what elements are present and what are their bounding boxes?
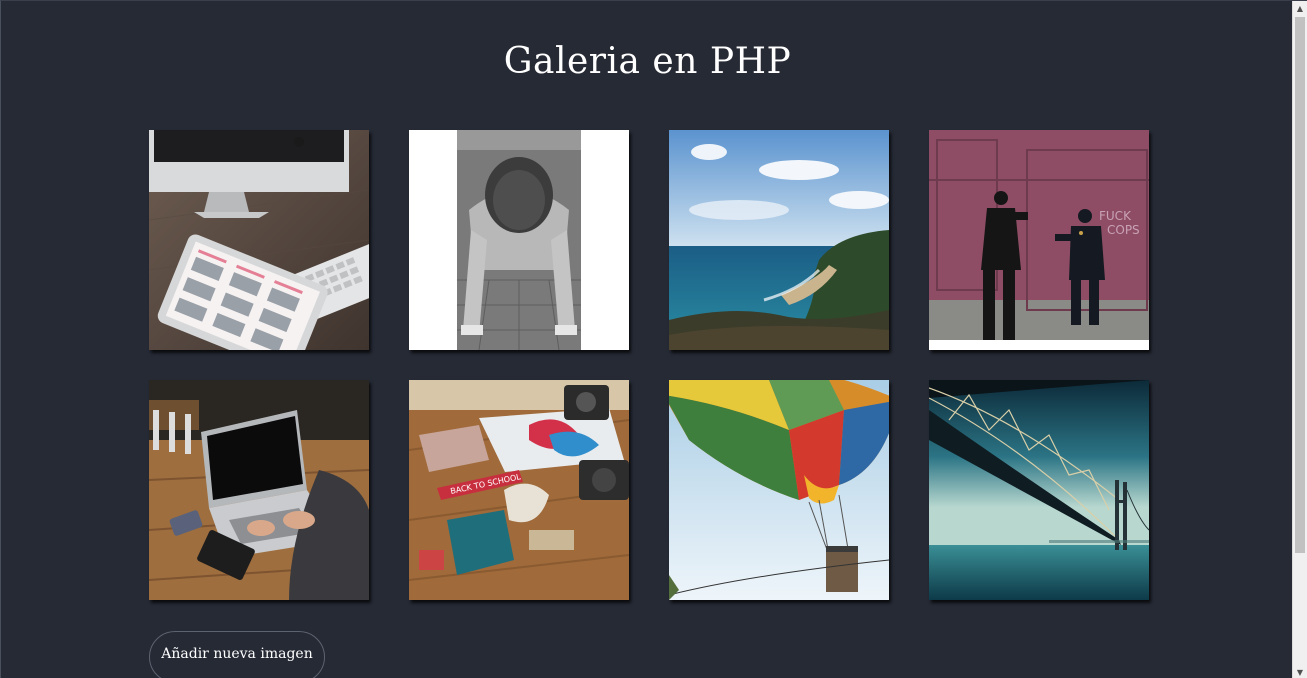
gallery-thumbnail-1[interactable]	[149, 130, 369, 350]
hot-air-balloon-image	[669, 380, 889, 600]
laptop-typing-image	[149, 380, 369, 600]
man-pushup-image	[409, 130, 629, 350]
svg-text:COPS: COPS	[1107, 223, 1140, 237]
desk-flatlay-image: BACK TO SCHOOL	[409, 380, 629, 600]
suspension-bridge-image	[929, 380, 1149, 600]
coast-beach-image	[669, 130, 889, 350]
gallery-thumbnail-2[interactable]	[409, 130, 629, 350]
gallery-thumbnail-4[interactable]: FUCK COPS	[929, 130, 1149, 350]
add-image-button[interactable]: Añadir nueva imagen	[149, 631, 325, 678]
gallery-thumbnail-7[interactable]	[669, 380, 889, 600]
desk-imac-ipad-image	[149, 130, 369, 350]
gallery-thumbnail-5[interactable]	[149, 380, 369, 600]
gallery-thumbnail-8[interactable]	[929, 380, 1149, 600]
vertical-scrollbar[interactable]: ▲ ▼	[1292, 1, 1307, 678]
scroll-down-arrow-icon[interactable]: ▼	[1293, 665, 1307, 678]
scroll-up-arrow-icon[interactable]: ▲	[1293, 1, 1307, 15]
page-title: Galeria en PHP	[503, 41, 792, 82]
gallery-thumbnail-6[interactable]: BACK TO SCHOOL	[409, 380, 629, 600]
page: Galeria en PHP FUCK COPS BACK TO SCHOOL …	[0, 0, 1307, 678]
gallery-thumbnail-3[interactable]	[669, 130, 889, 350]
svg-text:FUCK: FUCK	[1099, 209, 1132, 223]
image-gallery: FUCK COPS BACK TO SCHOOL	[149, 130, 1149, 600]
scrollbar-thumb[interactable]	[1295, 17, 1305, 553]
police-officers-image: FUCK COPS	[929, 130, 1149, 350]
